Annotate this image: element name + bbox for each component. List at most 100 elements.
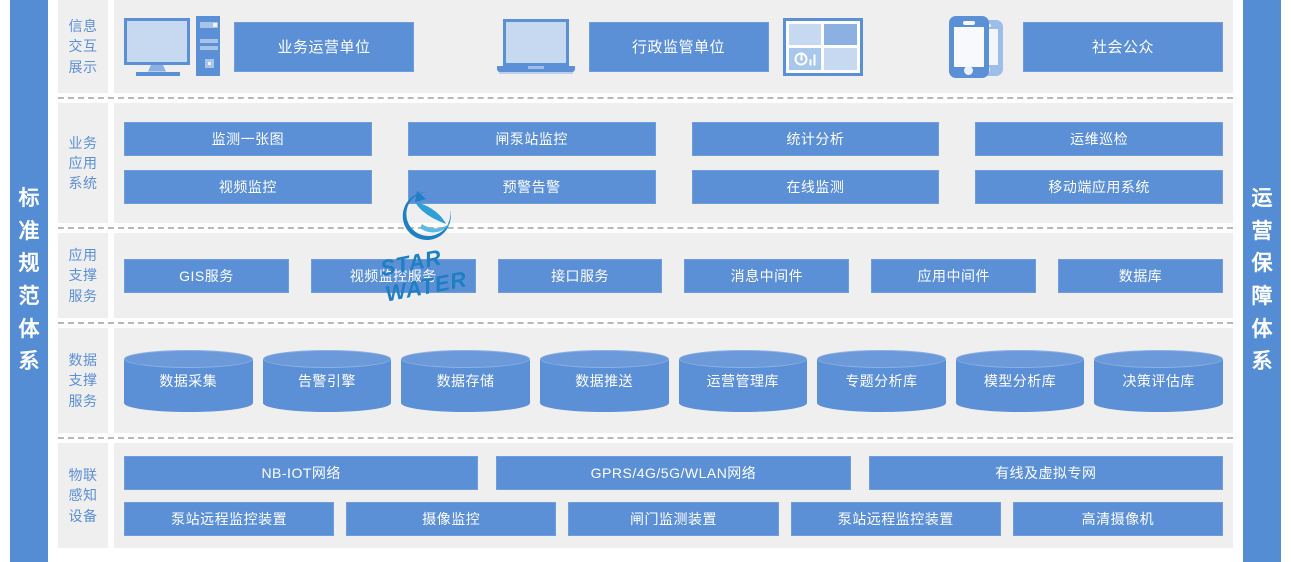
- cylinder-operation-management-db[interactable]: 运营管理库: [678, 349, 808, 412]
- layer-label-data-support-service: 数据 支撑 服务: [58, 328, 108, 433]
- cylinder-label: 数据采集: [159, 372, 218, 389]
- left-banner-char-2: 规: [18, 252, 40, 276]
- left-banner-char-1: 准: [18, 219, 40, 243]
- layer-label-line-2: 设备: [68, 507, 98, 524]
- layer-label-line-1: 支撑: [68, 372, 98, 389]
- box-database[interactable]: 数据库: [1058, 258, 1223, 293]
- box-mobile-application-system[interactable]: 移动端应用系统: [975, 170, 1223, 204]
- mobile-phones-icon: [945, 14, 1009, 80]
- cylinder-label: 运营管理库: [706, 372, 780, 389]
- layer-label-iot-sensing-device: 物联 感知 设备: [58, 443, 108, 548]
- layer-divider-1: [58, 97, 1233, 99]
- box-interface-service[interactable]: 接口服务: [497, 258, 663, 293]
- box-operation-maintenance-inspection[interactable]: 运维巡检: [975, 122, 1223, 156]
- application-support-row: GIS服务 视频监控服务 接口服务 消息中间件 应用中间件 数据库: [124, 258, 1223, 293]
- box-video-surveillance-service[interactable]: 视频监控服务: [310, 258, 476, 293]
- cylinder-model-analysis-db[interactable]: 模型分析库: [955, 349, 1085, 412]
- layer-divider-2: [58, 227, 1233, 229]
- layer-label-application-support-service: 应用 支撑 服务: [58, 233, 108, 318]
- cylinder-label: 模型分析库: [983, 372, 1057, 389]
- cylinder-alarm-engine[interactable]: 告警引擎: [262, 349, 392, 412]
- layer-divider-3: [58, 322, 1233, 324]
- box-message-middleware[interactable]: 消息中间件: [684, 258, 850, 293]
- box-gis-service[interactable]: GIS服务: [124, 258, 289, 293]
- cylinder-label: 决策评估库: [1122, 372, 1195, 389]
- box-business-operation-unit[interactable]: 业务运营单位: [234, 21, 414, 72]
- left-banner-char-3: 范: [18, 285, 40, 308]
- layer-label-line-1: 支撑: [68, 267, 98, 284]
- left-vertical-banner: 标 准 规 范 体 系: [10, 0, 48, 562]
- box-wired-virtual-private-network[interactable]: 有线及虚拟专网: [868, 455, 1223, 490]
- laptop-icon: [496, 17, 575, 77]
- right-banner-char-3: 障: [1251, 285, 1273, 308]
- box-camera-monitoring[interactable]: 摄像监控: [346, 501, 557, 536]
- cylinder-label: 专题分析库: [845, 372, 918, 389]
- box-nb-iot-network[interactable]: NB-IOT网络: [124, 455, 479, 490]
- box-pump-station-remote-monitoring-device-1[interactable]: 泵站远程监控装置: [124, 501, 335, 536]
- iot-network-row: NB-IOT网络 GPRS/4G/5G/WLAN网络 有线及虚拟专网: [124, 455, 1223, 490]
- layer-application-support-service: 应用 支撑 服务 GIS服务 视频监控服务 接口服务 消息中间件 应用中间件 数…: [58, 233, 1233, 318]
- box-gprs-4g-5g-wlan-network[interactable]: GPRS/4G/5G/WLAN网络: [496, 455, 851, 490]
- layer-label-info-interaction-display: 信息 交互 展示: [58, 0, 108, 93]
- box-gate-pump-station-monitoring[interactable]: 闸泵站监控: [407, 122, 656, 156]
- layer-label-line-2: 服务: [68, 392, 98, 409]
- left-banner-char-4: 体: [18, 317, 40, 341]
- cylinder-label: 告警引擎: [297, 372, 356, 389]
- layer-body-application-support-service: GIS服务 视频监控服务 接口服务 消息中间件 应用中间件 数据库: [114, 233, 1233, 318]
- box-hd-camera[interactable]: 高清摄像机: [1012, 501, 1224, 536]
- box-pump-station-remote-monitoring-device-2[interactable]: 泵站远程监控装置: [790, 501, 1001, 536]
- iot-device-row: 泵站远程监控装置 摄像监控 闸门监测装置 泵站远程监控装置 高清摄像机: [124, 501, 1224, 536]
- device-group-business-operation: 业务运营单位: [124, 15, 414, 78]
- left-banner-char-0: 标: [18, 187, 40, 211]
- layer-label-line-1: 应用: [68, 154, 98, 171]
- box-application-middleware[interactable]: 应用中间件: [871, 258, 1037, 293]
- database-cylinder-row: 数据采集 告警引擎 数据存储 数据推送 运营管理库 专题分析库 模型分析库 决策…: [124, 349, 1223, 412]
- box-administrative-supervision-unit[interactable]: 行政监管单位: [588, 21, 769, 72]
- layer-label-line-2: 展示: [68, 58, 98, 75]
- layer-body-iot-sensing-device: NB-IOT网络 GPRS/4G/5G/WLAN网络 有线及虚拟专网 泵站远程监…: [114, 443, 1233, 548]
- right-banner-char-1: 营: [1251, 219, 1273, 243]
- right-banner-char-4: 体: [1251, 317, 1273, 341]
- device-group-administrative-supervision: 行政监管单位: [496, 17, 863, 77]
- right-banner-char-2: 保: [1251, 252, 1273, 276]
- layer-iot-sensing-device: 物联 感知 设备 NB-IOT网络 GPRS/4G/5G/WLAN网络 有线及虚…: [58, 443, 1233, 548]
- layer-label-line-1: 交互: [68, 38, 98, 55]
- layer-info-interaction-display: 信息 交互 展示 业务运营单位 行政监管单位 社会公众: [58, 0, 1233, 93]
- layer-business-application-system: 业务 应用 系统 监测一张图 闸泵站监控 统计分析 运维巡检 视频监控 预警告警…: [58, 103, 1233, 223]
- layer-label-line-0: 数据: [68, 352, 98, 369]
- video-wall-dashboard-icon: [782, 17, 863, 76]
- layer-label-line-1: 感知: [68, 487, 98, 504]
- desktop-computer-icon: [124, 15, 220, 78]
- box-gate-monitoring-device[interactable]: 闸门监测装置: [568, 501, 779, 536]
- layer-body-data-support-service: 数据采集 告警引擎 数据存储 数据推送 运营管理库 专题分析库 模型分析库 决策…: [114, 328, 1233, 433]
- device-group-public: 社会公众: [945, 14, 1223, 80]
- cylinder-data-push[interactable]: 数据推送: [539, 349, 669, 412]
- layer-label-line-2: 系统: [68, 175, 98, 192]
- box-monitoring-one-map[interactable]: 监测一张图: [124, 122, 372, 156]
- architecture-diagram: 标 准 规 范 体 系 信息 交互 展示 业务运营单位 行政监管单位 社会公众 …: [0, 0, 1291, 562]
- box-early-warning-alarm[interactable]: 预警告警: [407, 170, 656, 204]
- layer-label-line-0: 业务: [68, 134, 98, 151]
- layer-body-business-application-system: 监测一张图 闸泵站监控 统计分析 运维巡检 视频监控 预警告警 在线监测 移动端…: [114, 103, 1233, 223]
- cylinder-data-storage[interactable]: 数据存储: [401, 349, 530, 412]
- right-banner-char-0: 运: [1251, 187, 1273, 211]
- layer-stack: 信息 交互 展示 业务运营单位 行政监管单位 社会公众 业务 应用 系统 监测一…: [48, 0, 1243, 562]
- right-vertical-banner: 运 营 保 障 体 系: [1243, 0, 1281, 562]
- layer-label-line-0: 信息: [68, 18, 98, 35]
- layer-label-business-application-system: 业务 应用 系统: [58, 103, 108, 223]
- box-statistical-analysis[interactable]: 统计分析: [691, 122, 940, 156]
- layer-divider-4: [58, 437, 1233, 439]
- right-banner-char-5: 系: [1251, 350, 1273, 374]
- box-video-surveillance[interactable]: 视频监控: [124, 170, 372, 204]
- cylinder-thematic-analysis-db[interactable]: 专题分析库: [817, 349, 946, 412]
- cylinder-decision-evaluation-db[interactable]: 决策评估库: [1094, 349, 1223, 412]
- cylinder-label: 数据推送: [575, 372, 634, 389]
- layer-label-line-2: 服务: [68, 287, 98, 304]
- box-online-monitoring[interactable]: 在线监测: [691, 170, 940, 204]
- layer-label-line-0: 应用: [68, 247, 98, 264]
- box-general-public[interactable]: 社会公众: [1023, 21, 1223, 72]
- left-banner-char-5: 系: [18, 350, 40, 374]
- cylinder-data-collection[interactable]: 数据采集: [124, 349, 253, 412]
- business-app-row-2: 视频监控 预警告警 在线监测 移动端应用系统: [124, 170, 1223, 204]
- layer-data-support-service: 数据 支撑 服务 数据采集 告警引擎 数据存储 数据推送 运营管理库 专题分析库…: [58, 328, 1233, 433]
